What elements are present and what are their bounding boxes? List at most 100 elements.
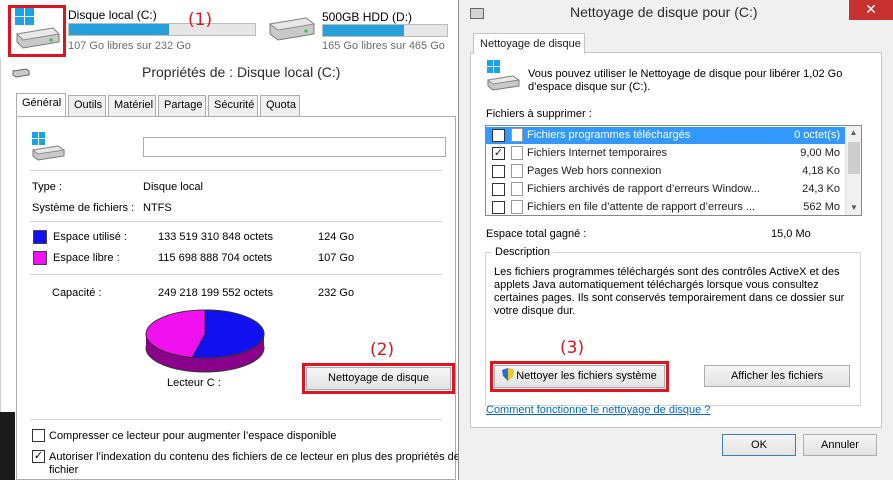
filesystem-label: Système de fichiers : [32, 202, 135, 214]
tab-general[interactable]: Général [16, 93, 66, 116]
cleanup-intro-line1: Vous pouvez utiliser le Nettoyage de dis… [528, 68, 843, 80]
cleanup-title: Nettoyage de disque pour (C:) [570, 4, 758, 20]
cleanup-window-icon [470, 8, 484, 19]
drive-d-usage-fill [323, 25, 404, 36]
used-label: Espace utilisé : [53, 231, 127, 243]
separator-2 [30, 221, 442, 222]
annotation-step3: (3) [560, 338, 585, 358]
free-color-swatch [33, 251, 47, 265]
separator-3 [30, 274, 442, 275]
compress-checkbox[interactable] [32, 429, 45, 442]
cancel-button[interactable]: Annuler [803, 434, 877, 456]
description-label: Description [492, 246, 554, 258]
description-line2: applets Java automatiquement téléchargés… [494, 279, 819, 291]
cleanup-tab[interactable]: Nettoyage de disque [473, 33, 585, 54]
drive-d-free-text: 165 Go libres sur 465 Go [322, 40, 445, 52]
close-icon[interactable]: ✕ [849, 0, 893, 20]
file-icon [511, 182, 523, 196]
tab-sharing[interactable]: Partage [158, 95, 206, 116]
file-checkbox[interactable]: ✓ [492, 147, 505, 160]
list-item[interactable]: ✓ Fichiers programmes téléchargés 0 octe… [486, 127, 846, 144]
type-value: Disque local [143, 181, 203, 193]
annotation-step2: (2) [370, 340, 395, 360]
index-checkbox[interactable]: ✓ [32, 450, 45, 463]
file-size: 9,00 Mo [800, 147, 840, 159]
list-item[interactable]: Fichiers archivés de rapport d’erreurs W… [486, 181, 846, 198]
index-label-line2[interactable]: fichier [49, 464, 78, 476]
tab-quota[interactable]: Quota [260, 95, 300, 116]
list-item[interactable]: ✓ Fichiers Internet temporaires 9,00 Mo [486, 145, 846, 162]
drive-c-usage-bar [68, 23, 256, 36]
file-name: Fichiers en file d’attente de rapport d’… [527, 201, 756, 213]
used-size: 124 Go [318, 231, 355, 243]
separator-1 [30, 170, 442, 171]
drive-d-name[interactable]: 500GB HDD (D:) [322, 10, 412, 24]
properties-title: Propriétés de : Disque local (C:) [142, 64, 341, 80]
cleanup-intro-line2: d’espace disque sur (C:). [528, 81, 651, 93]
filesystem-value: NTFS [143, 202, 172, 214]
file-name: Fichiers Internet temporaires [527, 147, 667, 159]
free-label: Espace libre : [53, 252, 120, 264]
scroll-up-icon[interactable]: ▲ [846, 126, 861, 140]
ok-button[interactable]: OK [722, 434, 796, 456]
drive-c-free-text: 107 Go libres sur 232 Go [68, 40, 191, 52]
usage-pie [145, 309, 265, 373]
drive-d-icon[interactable] [268, 14, 316, 44]
drive-c-name[interactable]: Disque local (C:) [68, 8, 157, 22]
used-color-swatch [33, 230, 47, 244]
drive-c-icon[interactable] [13, 8, 61, 52]
drive-d-usage-bar [322, 24, 448, 37]
files-list[interactable]: ✓ Fichiers programmes téléchargés 0 octe… [485, 125, 862, 216]
total-gained-label: Espace total gagné : [486, 228, 587, 240]
volume-name-input[interactable] [143, 137, 446, 157]
clean-system-files-label: Nettoyer les fichiers système [516, 370, 657, 382]
free-bytes: 115 698 888 704 octets [158, 252, 273, 264]
tab-tools[interactable]: Outils [68, 95, 106, 116]
description-line3: certaines pages. Ils sont conservés temp… [494, 292, 845, 304]
file-size: 0 octet(s) [794, 129, 840, 141]
used-bytes: 133 519 310 848 octets [158, 231, 273, 243]
file-icon [511, 128, 523, 142]
file-checkbox[interactable]: ✓ [492, 129, 505, 142]
description-line1: Les fichiers programmes téléchargés sont… [494, 266, 840, 278]
file-name: Fichiers archivés de rapport d’erreurs W… [527, 183, 760, 195]
drive-large-icon [31, 132, 66, 161]
file-size: 562 Mo [803, 201, 840, 213]
file-checkbox[interactable] [492, 165, 505, 178]
show-files-button[interactable]: Afficher les fichiers [704, 365, 850, 387]
tab-security[interactable]: Sécurité [208, 95, 258, 116]
capacity-label: Capacité : [52, 287, 102, 299]
separator-4 [30, 419, 442, 420]
disk-cleanup-button[interactable]: Nettoyage de disque [306, 367, 451, 390]
cleanup-drive-icon [486, 60, 521, 91]
scroll-down-icon[interactable]: ▼ [846, 201, 862, 215]
drive-small-icon [12, 68, 30, 78]
file-size: 4,18 Ko [802, 165, 840, 177]
compress-label[interactable]: Compresser ce lecteur pour augmenter l’e… [49, 430, 336, 442]
index-label-line1[interactable]: Autoriser l’indexation du contenu des fi… [49, 451, 460, 463]
list-item[interactable]: Pages Web hors connexion 4,18 Ko [486, 163, 846, 180]
help-link[interactable]: Comment fonctionne le nettoyage de disqu… [486, 404, 710, 416]
tab-hardware[interactable]: Matériel [108, 95, 156, 116]
free-size: 107 Go [318, 252, 355, 264]
file-checkbox[interactable] [492, 183, 505, 196]
capacity-bytes: 249 218 199 552 octets [158, 287, 273, 299]
file-icon [511, 164, 523, 178]
drive-c-usage-fill [69, 24, 170, 35]
files-to-delete-label: Fichiers à supprimer : [486, 108, 592, 120]
type-label: Type : [32, 181, 62, 193]
shield-icon [502, 368, 515, 381]
file-name: Fichiers programmes téléchargés [527, 129, 691, 141]
properties-tabs: Général Outils Matériel Partage Sécurité… [16, 93, 316, 117]
file-checkbox[interactable] [492, 201, 505, 214]
scroll-thumb[interactable] [848, 142, 860, 174]
file-size: 24,3 Ko [802, 183, 840, 195]
list-item[interactable]: Fichiers en file d’attente de rapport d’… [486, 199, 846, 215]
total-gained-value: 15,0 Mo [771, 228, 811, 240]
clean-system-files-button[interactable]: Nettoyer les fichiers système [494, 365, 665, 388]
file-icon [511, 200, 523, 214]
files-list-scrollbar[interactable]: ▲ ▼ [845, 126, 861, 215]
file-icon [511, 146, 523, 160]
background-strip [0, 412, 15, 480]
drive-letter-label: Lecteur C : [167, 377, 221, 389]
